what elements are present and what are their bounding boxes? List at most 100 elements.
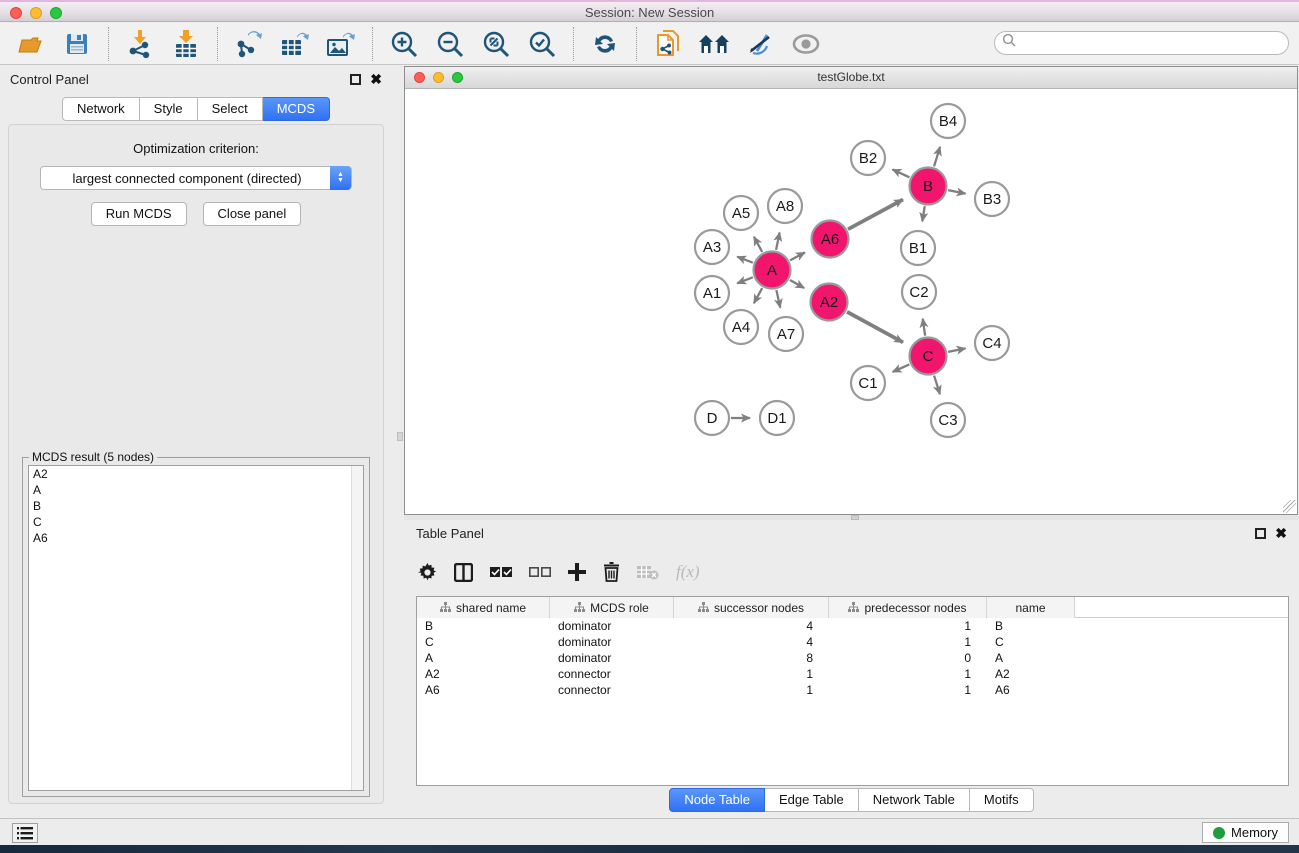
clone-network-icon[interactable] [651, 27, 685, 61]
show-graphics-icon[interactable] [789, 27, 823, 61]
close-panel-icon[interactable]: ✖ [370, 72, 382, 86]
graph-edge[interactable] [893, 364, 910, 372]
table-cell[interactable]: 1 [674, 682, 829, 698]
graph-edge[interactable] [948, 348, 965, 352]
graph-node-A5[interactable]: A5 [724, 196, 758, 230]
graph-node-A1[interactable]: A1 [695, 276, 729, 310]
column-header-MCDS-role[interactable]: MCDS role [550, 597, 674, 618]
column-header-predecessor-nodes[interactable]: predecessor nodes [829, 597, 987, 618]
table-cell[interactable]: dominator [550, 618, 674, 634]
table-row[interactable]: Bdominator41B [417, 618, 1288, 634]
graph-node-D1[interactable]: D1 [760, 401, 794, 435]
table-cell[interactable]: 1 [674, 666, 829, 682]
deselect-all-icon[interactable] [529, 567, 551, 578]
table-cell[interactable]: 1 [829, 618, 987, 634]
tab-style[interactable]: Style [140, 97, 198, 121]
zoom-in-icon[interactable] [387, 27, 421, 61]
graph-edge[interactable] [790, 280, 804, 288]
tab-mcds[interactable]: MCDS [263, 97, 330, 121]
table-cell[interactable]: 4 [674, 634, 829, 650]
table-cell[interactable]: B [987, 618, 1075, 634]
tab-edge-table[interactable]: Edge Table [765, 788, 859, 812]
tab-network[interactable]: Network [62, 97, 140, 121]
graph-edge[interactable] [847, 312, 903, 343]
table-cell[interactable]: C [417, 634, 550, 650]
export-image-icon[interactable] [324, 27, 358, 61]
graph-edge[interactable] [923, 319, 925, 336]
table-row[interactable]: A6connector11A6 [417, 682, 1288, 698]
table-cell[interactable]: A [417, 650, 550, 666]
graph-edge[interactable] [848, 200, 903, 230]
node-table[interactable]: shared nameMCDS rolesuccessor nodesprede… [416, 596, 1289, 786]
export-table-icon[interactable] [278, 27, 312, 61]
export-network-icon[interactable] [232, 27, 266, 61]
graph-node-A[interactable]: A [754, 252, 791, 289]
tab-select[interactable]: Select [198, 97, 263, 121]
resize-grip-icon[interactable] [1283, 500, 1296, 513]
graph-edge[interactable] [892, 169, 909, 177]
float-panel-icon[interactable] [350, 74, 361, 85]
tab-node-table[interactable]: Node Table [669, 788, 765, 812]
graph-node-A7[interactable]: A7 [769, 317, 803, 351]
graph-edge[interactable] [754, 288, 762, 303]
add-column-icon[interactable] [568, 563, 586, 581]
select-all-icon[interactable] [490, 567, 512, 578]
graph-edge[interactable] [776, 290, 780, 308]
mcds-result-list[interactable]: A2ABCA6 [28, 465, 364, 791]
open-file-icon[interactable] [14, 27, 48, 61]
table-cell[interactable]: 1 [829, 634, 987, 650]
save-session-icon[interactable] [60, 27, 94, 61]
column-selector-icon[interactable] [454, 563, 473, 582]
table-cell[interactable]: C [987, 634, 1075, 650]
graph-node-A4[interactable]: A4 [724, 310, 758, 344]
table-cell[interactable]: 0 [829, 650, 987, 666]
graph-edge[interactable] [922, 206, 924, 221]
table-row[interactable]: Adominator80A [417, 650, 1288, 666]
graph-node-A6[interactable]: A6 [812, 221, 849, 258]
gear-icon[interactable] [418, 563, 437, 582]
run-mcds-button[interactable]: Run MCDS [91, 202, 187, 226]
table-cell[interactable]: A2 [417, 666, 550, 682]
graph-edge[interactable] [737, 277, 753, 283]
column-header-shared-name[interactable]: shared name [417, 597, 550, 618]
graph-edge[interactable] [934, 147, 940, 167]
hide-graphics-icon[interactable] [743, 27, 777, 61]
table-cell[interactable]: connector [550, 666, 674, 682]
mcds-result-item[interactable]: C [29, 514, 363, 530]
graph-node-B2[interactable]: B2 [851, 141, 885, 175]
table-row[interactable]: Cdominator41C [417, 634, 1288, 650]
zoom-out-icon[interactable] [433, 27, 467, 61]
graph-node-D[interactable]: D [695, 401, 729, 435]
graph-edge[interactable] [754, 237, 762, 252]
float-table-panel-icon[interactable] [1255, 528, 1266, 539]
graph-node-B3[interactable]: B3 [975, 182, 1009, 216]
network-canvas[interactable]: B4B2BB3A5A8A6A3B1AA1C2A2A4A7CC4C1C3DD1 [405, 89, 1297, 514]
delete-column-icon[interactable] [603, 562, 620, 582]
search-input[interactable] [1017, 34, 1288, 52]
close-table-panel-icon[interactable]: ✖ [1275, 526, 1287, 540]
table-cell[interactable]: 4 [674, 618, 829, 634]
import-network-icon[interactable] [123, 27, 157, 61]
graph-node-C1[interactable]: C1 [851, 366, 885, 400]
graph-node-B[interactable]: B [910, 168, 947, 205]
tab-network-table[interactable]: Network Table [859, 788, 970, 812]
mcds-result-item[interactable]: A6 [29, 530, 363, 546]
home-icon[interactable] [697, 27, 731, 61]
close-panel-button[interactable]: Close panel [203, 202, 302, 226]
graph-edge[interactable] [776, 232, 780, 249]
mcds-result-item[interactable]: B [29, 498, 363, 514]
vertical-splitter[interactable] [396, 66, 404, 818]
graph-node-A8[interactable]: A8 [768, 189, 802, 223]
graph-node-A3[interactable]: A3 [695, 230, 729, 264]
zoom-selected-icon[interactable] [525, 27, 559, 61]
table-cell[interactable]: dominator [550, 650, 674, 666]
table-cell[interactable]: A6 [417, 682, 550, 698]
graph-edge[interactable] [737, 257, 753, 263]
graph-node-B4[interactable]: B4 [931, 104, 965, 138]
table-cell[interactable]: A [987, 650, 1075, 666]
graph-node-C4[interactable]: C4 [975, 326, 1009, 360]
table-row[interactable]: A2connector11A2 [417, 666, 1288, 682]
refresh-icon[interactable] [588, 27, 622, 61]
table-cell[interactable]: A2 [987, 666, 1075, 682]
column-header-name[interactable]: name [987, 597, 1075, 618]
